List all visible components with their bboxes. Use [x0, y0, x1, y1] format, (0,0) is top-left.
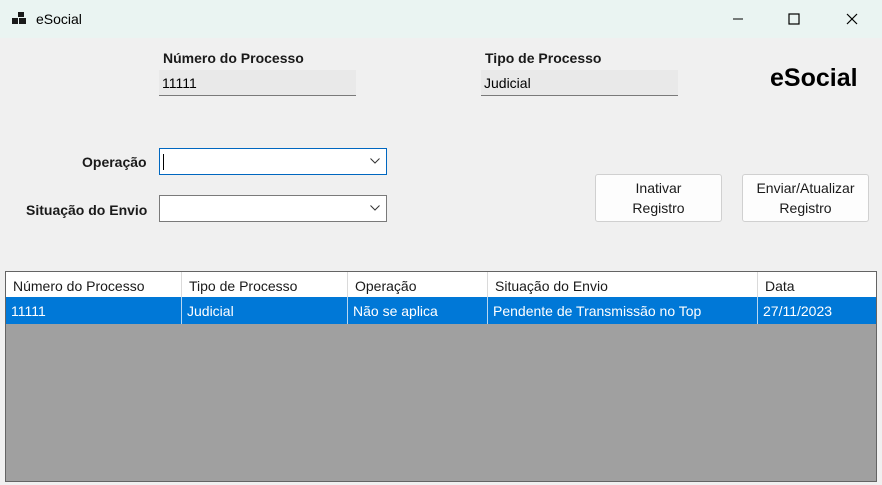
minimize-icon	[733, 18, 743, 20]
numero-processo-field[interactable]: 11111	[159, 70, 356, 96]
numero-processo-label: Número do Processo	[163, 50, 304, 66]
operacao-label: Operação	[82, 154, 147, 170]
brand-title: eSocial	[770, 64, 858, 92]
app-icon	[12, 12, 26, 24]
chevron-down-icon	[370, 205, 380, 211]
table-row[interactable]: 11111 Judicial Não se aplica Pendente de…	[6, 297, 876, 324]
close-icon	[846, 13, 858, 25]
column-header-tipo[interactable]: Tipo de Processo	[182, 272, 348, 297]
grid-header: Número do Processo Tipo de Processo Oper…	[6, 272, 876, 298]
cell-data[interactable]: 27/11/2023	[758, 297, 876, 324]
tipo-processo-field[interactable]: Judicial	[481, 70, 678, 96]
operacao-select[interactable]	[159, 148, 387, 175]
maximize-button[interactable]	[766, 0, 822, 38]
enviar-atualizar-registro-button[interactable]: Enviar/Atualizar Registro	[742, 174, 869, 222]
close-button[interactable]	[824, 0, 880, 38]
data-grid[interactable]: Número do Processo Tipo de Processo Oper…	[5, 271, 877, 482]
chevron-down-icon	[370, 158, 380, 164]
window-title: eSocial	[36, 11, 82, 27]
minimize-button[interactable]	[710, 0, 766, 38]
column-header-data[interactable]: Data	[758, 272, 876, 297]
column-header-operacao[interactable]: Operação	[348, 272, 488, 297]
cell-situacao[interactable]: Pendente de Transmissão no Top	[488, 297, 758, 324]
column-header-situacao[interactable]: Situação do Envio	[488, 272, 758, 297]
title-bar: eSocial	[0, 0, 882, 38]
text-cursor	[163, 154, 164, 170]
cell-operacao[interactable]: Não se aplica	[348, 297, 488, 324]
situacao-label: Situação do Envio	[26, 202, 148, 218]
column-header-numero[interactable]: Número do Processo	[6, 272, 182, 297]
situacao-select[interactable]	[159, 195, 387, 222]
cell-numero[interactable]: 11111	[6, 297, 182, 324]
maximize-icon	[788, 13, 800, 25]
tipo-processo-label: Tipo de Processo	[485, 50, 602, 66]
inativar-registro-button[interactable]: Inativar Registro	[595, 174, 722, 222]
cell-tipo[interactable]: Judicial	[182, 297, 348, 324]
